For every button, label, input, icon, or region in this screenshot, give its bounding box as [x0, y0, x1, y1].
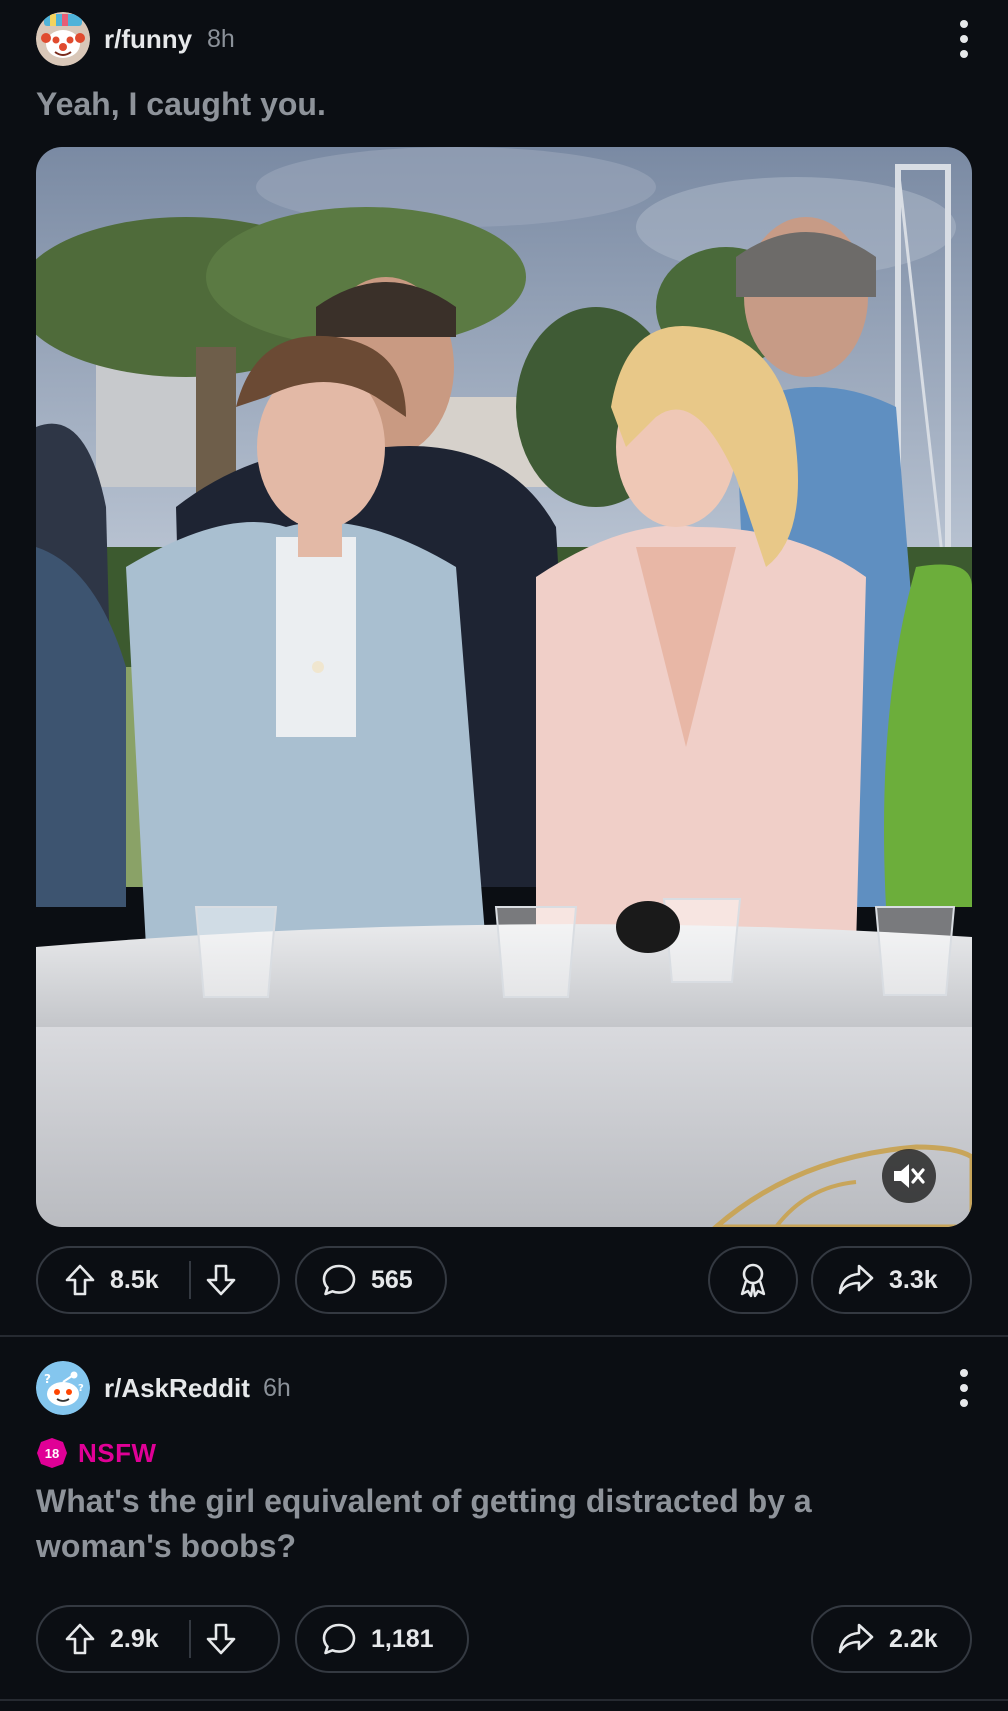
askreddit-subreddit-avatar-icon[interactable]: ? ? — [36, 1361, 90, 1415]
post-age: 6h — [263, 1374, 291, 1402]
comments-button[interactable]: 565 — [295, 1246, 447, 1314]
svg-text:18: 18 — [45, 1446, 59, 1461]
vote-divider — [188, 1261, 191, 1299]
vote-control: 8.5k — [36, 1246, 280, 1314]
share-button[interactable]: 2.2k — [811, 1605, 972, 1673]
nsfw-tag: 18 NSFW — [36, 1437, 157, 1469]
upvote-count: 8.5k — [110, 1265, 159, 1294]
post-actions: 2.9k 1,181 2.2k — [36, 1605, 972, 1677]
speaker-muted-icon — [894, 1164, 925, 1188]
mute-toggle-button[interactable] — [882, 1149, 936, 1203]
post-title[interactable]: What's the girl equivalent of getting di… — [36, 1479, 868, 1569]
award-icon — [736, 1262, 770, 1298]
comment-count: 1,181 — [371, 1624, 434, 1653]
share-count: 2.2k — [889, 1624, 938, 1653]
post-video[interactable] — [36, 147, 972, 1227]
vote-divider — [188, 1620, 191, 1658]
upvote-count: 2.9k — [110, 1624, 159, 1653]
share-button[interactable]: 3.3k — [811, 1246, 972, 1314]
post-title[interactable]: Yeah, I caught you. — [36, 82, 968, 127]
vote-control: 2.9k — [36, 1605, 280, 1673]
subreddit-name[interactable]: r/funny — [104, 24, 192, 55]
post-actions: 8.5k 565 3.3k — [36, 1246, 972, 1318]
funny-subreddit-avatar-icon[interactable] — [36, 12, 90, 66]
more-options-icon[interactable] — [958, 1369, 970, 1407]
upvote-icon[interactable] — [64, 1263, 96, 1297]
post-divider — [0, 1699, 1008, 1701]
comments-button[interactable]: 1,181 — [295, 1605, 469, 1673]
nsfw-label: NSFW — [78, 1437, 157, 1468]
share-icon — [837, 1263, 875, 1297]
comment-count: 565 — [371, 1265, 413, 1294]
share-icon — [837, 1622, 875, 1656]
video-frame — [36, 147, 972, 1227]
comment-icon — [321, 1263, 357, 1297]
subreddit-name[interactable]: r/AskReddit — [104, 1373, 250, 1404]
downvote-icon[interactable] — [205, 1622, 237, 1656]
downvote-icon[interactable] — [205, 1263, 237, 1297]
post-card[interactable]: ? ? r/AskReddit 6h 18 NSFW What's the gi… — [0, 1337, 1008, 1711]
share-count: 3.3k — [889, 1265, 938, 1294]
svg-text:?: ? — [78, 1383, 84, 1394]
svg-text:?: ? — [44, 1372, 51, 1386]
post-age: 8h — [207, 25, 235, 53]
upvote-icon[interactable] — [64, 1622, 96, 1656]
award-button[interactable] — [708, 1246, 798, 1314]
nsfw-18-icon: 18 — [36, 1437, 68, 1469]
more-options-icon[interactable] — [958, 20, 970, 58]
comment-icon — [321, 1622, 357, 1656]
post-card[interactable]: r/funny 8h Yeah, I caught you. 8.5k 565 … — [0, 0, 1008, 1335]
